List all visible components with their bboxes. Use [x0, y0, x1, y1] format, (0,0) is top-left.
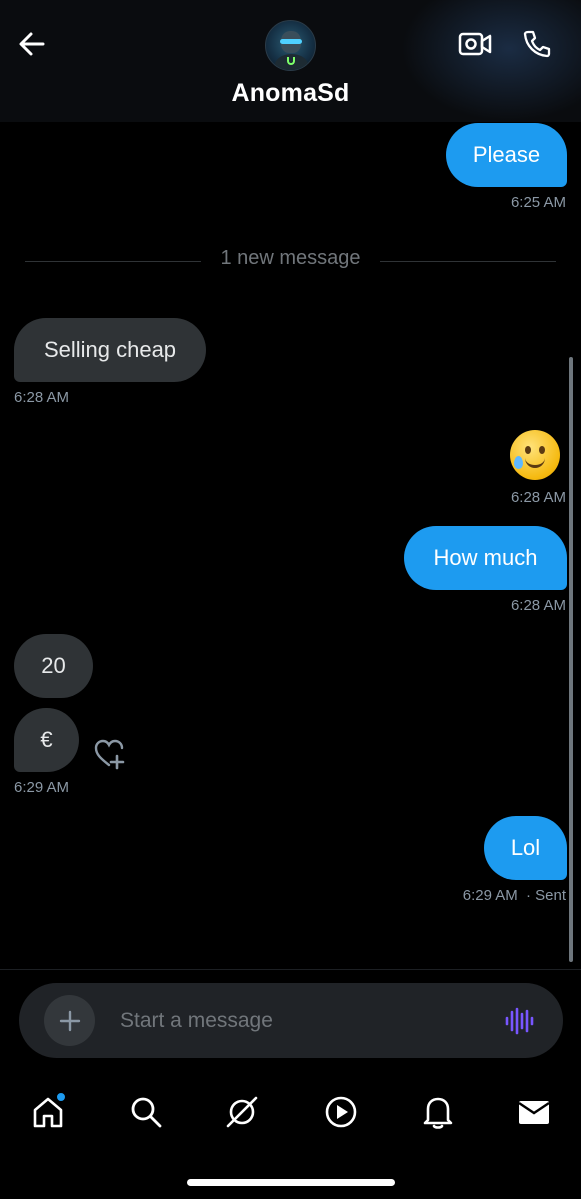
- message-text: Please: [472, 142, 541, 167]
- home-indicator[interactable]: [187, 1179, 395, 1186]
- nav-video[interactable]: [319, 1090, 363, 1134]
- scrollbar[interactable]: [569, 357, 573, 962]
- phone-call-button[interactable]: [519, 26, 555, 62]
- avatar[interactable]: [265, 20, 316, 71]
- message-timestamp: 6:28 AM: [510, 597, 566, 614]
- message-input[interactable]: [120, 995, 490, 1046]
- message-status: 6:29 AM · Sent: [463, 887, 566, 904]
- message-timestamp: 6:25 AM: [510, 194, 566, 211]
- message-timestamp: 6:29 AM: [462, 887, 518, 904]
- voice-waveform-icon: [505, 1007, 534, 1035]
- conversation-title[interactable]: AnomaSd: [0, 79, 581, 108]
- message-bubble-incoming[interactable]: €: [14, 708, 79, 772]
- nav-search[interactable]: [124, 1090, 168, 1134]
- video-call-button[interactable]: [457, 26, 493, 62]
- face-holding-back-tears-emoji[interactable]: [510, 430, 560, 480]
- video-play-icon: [325, 1096, 357, 1128]
- message-text: 20: [41, 653, 66, 678]
- plus-icon: [59, 1010, 80, 1031]
- message-bubble-outgoing[interactable]: Please: [446, 123, 567, 187]
- message-text: How much: [433, 545, 538, 570]
- notifications-bell-icon: [423, 1097, 453, 1129]
- message-bubble-outgoing[interactable]: Lol: [484, 816, 567, 880]
- message-bubble-outgoing[interactable]: How much: [404, 526, 567, 590]
- add-attachment-button[interactable]: [44, 995, 95, 1046]
- new-message-divider: 1 new message: [220, 247, 361, 269]
- message-timestamp: 6:29 AM: [14, 779, 70, 796]
- notification-dot: [56, 1092, 66, 1102]
- nav-notifications[interactable]: [416, 1090, 460, 1134]
- message-timestamp: 6:28 AM: [510, 489, 566, 506]
- message-list[interactable]: Please 6:25 AM 1 new message Selling che…: [0, 122, 581, 970]
- message-bubble-incoming[interactable]: 20: [14, 634, 93, 698]
- composer-divider: [0, 969, 581, 970]
- message-text: Selling cheap: [43, 337, 177, 362]
- nav-home[interactable]: [26, 1090, 70, 1134]
- video-call-icon: [458, 32, 492, 56]
- voice-message-button[interactable]: [501, 1003, 537, 1039]
- heart-plus-icon: [94, 739, 125, 770]
- search-icon: [131, 1097, 162, 1128]
- message-timestamp: 6:28 AM: [14, 389, 70, 406]
- message-bubble-incoming[interactable]: Selling cheap: [14, 318, 206, 382]
- sent-status: · Sent: [525, 887, 566, 904]
- message-composer: [19, 983, 563, 1058]
- divider-line: [380, 261, 556, 262]
- arrow-left-icon: [19, 32, 45, 56]
- message-text: €: [40, 727, 53, 752]
- messages-envelope-icon: [518, 1101, 550, 1124]
- nav-grok[interactable]: [220, 1090, 264, 1134]
- nav-messages[interactable]: [512, 1090, 556, 1134]
- grok-icon: [226, 1096, 258, 1128]
- phone-call-icon: [523, 30, 551, 58]
- message-text: Lol: [510, 835, 541, 860]
- add-reaction-button[interactable]: [92, 736, 128, 772]
- back-button[interactable]: [14, 26, 50, 62]
- conversation-header: AnomaSd: [0, 0, 581, 122]
